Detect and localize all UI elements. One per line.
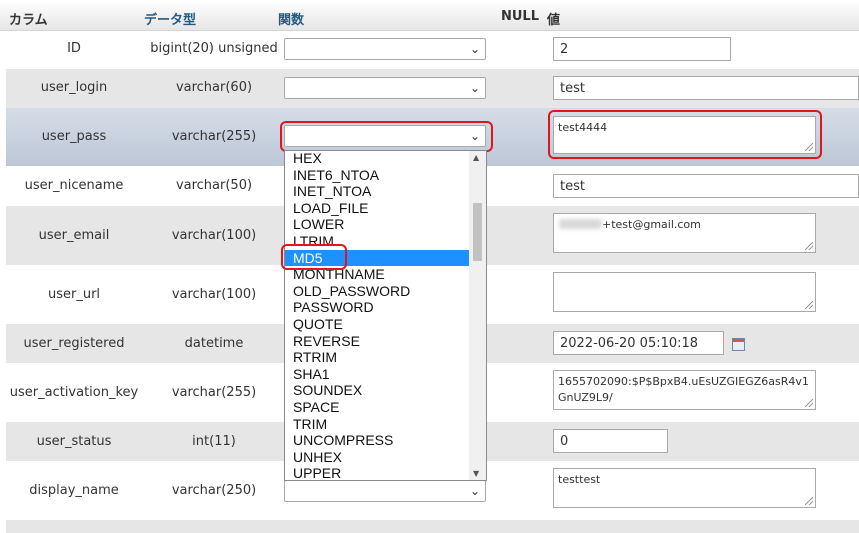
scrollbar-thumb[interactable]	[473, 203, 482, 261]
function-select[interactable]: ⌄	[284, 480, 486, 502]
column-name: user_login	[40, 80, 108, 95]
value-text: 1655702090:$P$BpxB4.uEsUZGIEGZ6asR4v1GnU…	[558, 375, 809, 404]
column-name: ID	[67, 41, 81, 56]
option-password[interactable]: PASSWORD	[285, 299, 469, 316]
column-name: user_email	[38, 228, 110, 243]
option-reverse[interactable]: REVERSE	[285, 333, 469, 350]
option-rtrim[interactable]: RTRIM	[285, 349, 469, 366]
table-footer	[6, 520, 859, 533]
annotation-box	[280, 121, 493, 152]
resize-grip-icon[interactable]	[805, 399, 813, 407]
chevron-down-icon: ⌄	[469, 81, 480, 95]
calendar-icon[interactable]	[732, 338, 745, 351]
value-textarea[interactable]: testtest	[553, 468, 816, 508]
header-type: データ型	[144, 13, 197, 28]
column-type: varchar(100)	[171, 228, 257, 243]
option-quote[interactable]: QUOTE	[285, 316, 469, 333]
function-select[interactable]: ⌄	[284, 38, 486, 60]
column-type: varchar(255)	[171, 129, 257, 144]
chevron-down-icon: ⌄	[469, 484, 480, 498]
column-type: varchar(100)	[171, 287, 257, 302]
column-name: user_nicename	[24, 178, 124, 193]
value-input[interactable]: 0	[553, 429, 668, 453]
column-name: display_name	[29, 483, 119, 498]
value-text: testtest	[558, 473, 601, 486]
scroll-up-icon[interactable]: ▲	[473, 153, 479, 162]
option-old-password[interactable]: OLD_PASSWORD	[285, 283, 469, 300]
annotation-box	[281, 244, 347, 270]
resize-grip-icon[interactable]	[805, 301, 813, 309]
value-input[interactable]: test	[553, 174, 859, 198]
option-uncompress[interactable]: UNCOMPRESS	[285, 432, 469, 449]
column-name: user_url	[47, 287, 101, 302]
datetime-input[interactable]: 2022-06-20 05:10:18	[553, 331, 724, 355]
scroll-down-icon[interactable]: ▼	[473, 469, 479, 478]
dropdown-scrollbar[interactable]: ▲ ▼	[469, 151, 486, 480]
column-type: datetime	[184, 336, 244, 351]
redacted-area	[559, 219, 602, 229]
resize-grip-icon[interactable]	[805, 497, 813, 505]
chevron-down-icon: ⌄	[469, 42, 480, 56]
column-name: user_pass	[41, 129, 107, 144]
option-upper[interactable]: UPPER	[285, 465, 469, 480]
option-soundex[interactable]: SOUNDEX	[285, 382, 469, 399]
column-type: varchar(255)	[171, 385, 257, 400]
column-name: user_activation_key	[9, 385, 139, 400]
column-type: varchar(250)	[171, 483, 257, 498]
option-sha1[interactable]: SHA1	[285, 366, 469, 383]
header-function: 関数	[278, 13, 305, 28]
option-load-file[interactable]: LOAD_FILE	[285, 200, 469, 217]
value-input[interactable]: test	[553, 76, 859, 100]
option-trim[interactable]: TRIM	[285, 416, 469, 433]
function-dropdown-list[interactable]: HEX INET6_NTOA INET_NTOA LOAD_FILE LOWER…	[284, 150, 487, 481]
column-type: varchar(50)	[175, 178, 253, 193]
header-column: カラム	[9, 13, 48, 28]
column-name: user_registered	[23, 336, 125, 351]
option-lower[interactable]: LOWER	[285, 216, 469, 233]
function-select[interactable]: ⌄	[284, 77, 486, 99]
option-hex[interactable]: HEX	[285, 151, 469, 167]
header-null: NULL	[501, 9, 540, 24]
column-name: user_status	[36, 434, 112, 449]
option-unhex[interactable]: UNHEX	[285, 449, 469, 466]
table-header: カラム データ型 関数 NULL 値	[0, 0, 859, 31]
value-input[interactable]: 2	[553, 37, 731, 61]
option-inet6-ntoa[interactable]: INET6_NTOA	[285, 167, 469, 184]
column-type: bigint(20) unsigned	[150, 41, 278, 56]
option-inet-ntoa[interactable]: INET_NTOA	[285, 183, 469, 200]
resize-grip-icon[interactable]	[805, 242, 813, 250]
header-value: 値	[547, 13, 561, 28]
option-space[interactable]: SPACE	[285, 399, 469, 416]
column-type: varchar(60)	[175, 80, 253, 95]
annotation-box	[548, 110, 822, 159]
value-textarea[interactable]: 1655702090:$P$BpxB4.uEsUZGIEGZ6asR4v1GnU…	[553, 370, 816, 410]
value-textarea[interactable]	[553, 272, 816, 312]
column-type: int(11)	[192, 434, 236, 449]
